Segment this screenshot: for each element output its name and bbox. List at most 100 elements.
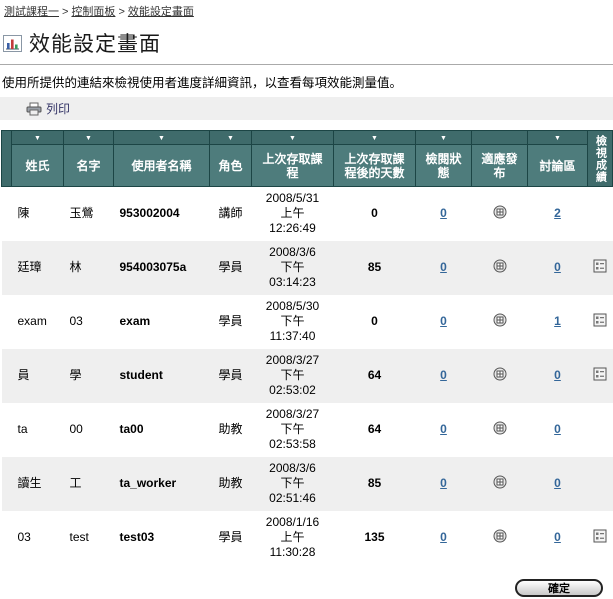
view-grades-icon[interactable] — [593, 529, 607, 543]
column-header-days-since: 上次存取課程後的天數 — [334, 145, 416, 187]
adaptive-release-icon[interactable] — [493, 259, 507, 273]
sort-desc-icon[interactable]: ▼ — [371, 134, 378, 144]
cell-last-access: 2008/3/27下午02:53:02 — [252, 349, 334, 403]
cell-days-since: 0 — [334, 295, 416, 349]
print-button[interactable]: 列印 — [26, 100, 70, 117]
row-left-pad — [2, 187, 12, 241]
cell-discussion: 1 — [528, 295, 588, 349]
breadcrumb-link-performance-dashboard[interactable]: 效能設定畫面 — [128, 6, 194, 18]
sort-desc-icon[interactable]: ▼ — [440, 134, 447, 144]
adaptive-release-icon[interactable] — [493, 529, 507, 543]
cell-last-access: 2008/3/27下午02:53:58 — [252, 403, 334, 457]
cell-username: exam — [114, 295, 210, 349]
review-status-link[interactable]: 0 — [440, 368, 447, 382]
sort-cell-username: ▼ — [114, 131, 210, 145]
cell-days-since: 135 — [334, 511, 416, 565]
sort-desc-icon[interactable]: ▼ — [289, 134, 296, 144]
column-header-username: 使用者名稱 — [114, 145, 210, 187]
table-row: 陳 玉鶯 953002004 講師 2008/5/31上午12:26:49 0 … — [2, 187, 613, 241]
sort-desc-icon[interactable]: ▼ — [85, 134, 92, 144]
adaptive-release-icon[interactable] — [493, 475, 507, 489]
review-status-link[interactable]: 0 — [440, 314, 447, 328]
cell-last-name: exam — [12, 295, 64, 349]
view-grades-icon[interactable] — [593, 259, 607, 273]
cell-username: 954003075a — [114, 241, 210, 295]
sort-desc-icon[interactable]: ▼ — [34, 134, 41, 144]
column-header-last-name: 姓氏 — [12, 145, 64, 187]
cell-view-grades — [588, 457, 613, 511]
cell-last-name: 廷璋 — [12, 241, 64, 295]
discussion-link[interactable]: 0 — [554, 260, 561, 274]
cell-username: test03 — [114, 511, 210, 565]
cell-review-status: 0 — [416, 403, 472, 457]
discussion-link[interactable]: 0 — [554, 368, 561, 382]
view-grades-icon[interactable] — [593, 313, 607, 327]
review-status-link[interactable]: 0 — [440, 260, 447, 274]
column-header-first-name: 名字 — [64, 145, 114, 187]
adaptive-release-icon[interactable] — [493, 367, 507, 381]
ok-button[interactable]: 確定 — [515, 579, 603, 597]
cell-last-access: 2008/5/30下午11:37:40 — [252, 295, 334, 349]
breadcrumb-link-control-panel[interactable]: 控制面板 — [71, 6, 115, 18]
cell-adaptive-release — [472, 241, 528, 295]
adaptive-release-icon[interactable] — [493, 421, 507, 435]
cell-days-since: 64 — [334, 349, 416, 403]
cell-discussion: 0 — [528, 349, 588, 403]
header-left-pad — [2, 131, 12, 187]
breadcrumb-link-course[interactable]: 測試課程一 — [4, 6, 59, 18]
cell-review-status: 0 — [416, 241, 472, 295]
cell-adaptive-release — [472, 511, 528, 565]
cell-first-name: 03 — [64, 295, 114, 349]
cell-last-access: 2008/3/6下午03:14:23 — [252, 241, 334, 295]
cell-last-name: 03 — [12, 511, 64, 565]
discussion-link[interactable]: 1 — [554, 314, 561, 328]
cell-adaptive-release — [472, 403, 528, 457]
table-row: 廷璋 林 954003075a 學員 2008/3/6下午03:14:23 85… — [2, 241, 613, 295]
print-bar: 列印 — [0, 97, 613, 120]
cell-view-grades — [588, 187, 613, 241]
review-status-link[interactable]: 0 — [440, 422, 447, 436]
cell-last-name: 陳 — [12, 187, 64, 241]
cell-adaptive-release — [472, 295, 528, 349]
adaptive-release-icon[interactable] — [493, 313, 507, 327]
review-status-link[interactable]: 0 — [440, 530, 447, 544]
cell-role: 學員 — [210, 349, 252, 403]
performance-table: ▼ ▼ ▼ ▼ ▼ ▼ ▼ ▼ 檢視成績 姓氏 名字 使用者名稱 角色 上次存取… — [1, 130, 613, 565]
sort-desc-icon[interactable]: ▼ — [227, 134, 234, 144]
cell-last-access: 2008/3/6下午02:51:46 — [252, 457, 334, 511]
discussion-link[interactable]: 0 — [554, 530, 561, 544]
column-header-adaptive-release: 適應發布 — [472, 145, 528, 187]
cell-days-since: 64 — [334, 403, 416, 457]
sort-desc-icon[interactable]: ▼ — [554, 134, 561, 144]
sort-cell-review-status: ▼ — [416, 131, 472, 145]
cell-username: student — [114, 349, 210, 403]
table-row: ta 00 ta00 助教 2008/3/27下午02:53:58 64 0 0 — [2, 403, 613, 457]
cell-username: ta00 — [114, 403, 210, 457]
cell-role: 助教 — [210, 457, 252, 511]
discussion-link[interactable]: 2 — [554, 206, 561, 220]
sort-desc-icon[interactable]: ▼ — [158, 134, 165, 144]
table-row: 03 test test03 學員 2008/1/16上午11:30:28 13… — [2, 511, 613, 565]
view-grades-icon[interactable] — [593, 367, 607, 381]
cell-last-access: 2008/1/16上午11:30:28 — [252, 511, 334, 565]
cell-adaptive-release — [472, 349, 528, 403]
sort-cell-role: ▼ — [210, 131, 252, 145]
discussion-link[interactable]: 0 — [554, 476, 561, 490]
breadcrumb-separator: > — [62, 6, 68, 18]
sort-cell-days-since: ▼ — [334, 131, 416, 145]
cell-username: ta_worker — [114, 457, 210, 511]
review-status-link[interactable]: 0 — [440, 206, 447, 220]
row-left-pad — [2, 349, 12, 403]
page-description: 使用所提供的連結來檢視使用者進度詳細資訊，以查看每項效能測量值。 — [0, 69, 613, 97]
column-header-role: 角色 — [210, 145, 252, 187]
discussion-link[interactable]: 0 — [554, 422, 561, 436]
column-header-view-grades: 檢視成績 — [588, 131, 613, 187]
row-left-pad — [2, 511, 12, 565]
cell-first-name: 00 — [64, 403, 114, 457]
cell-last-name: 員 — [12, 349, 64, 403]
cell-last-name: ta — [12, 403, 64, 457]
review-status-link[interactable]: 0 — [440, 476, 447, 490]
cell-discussion: 0 — [528, 511, 588, 565]
cell-review-status: 0 — [416, 511, 472, 565]
adaptive-release-icon[interactable] — [493, 205, 507, 219]
